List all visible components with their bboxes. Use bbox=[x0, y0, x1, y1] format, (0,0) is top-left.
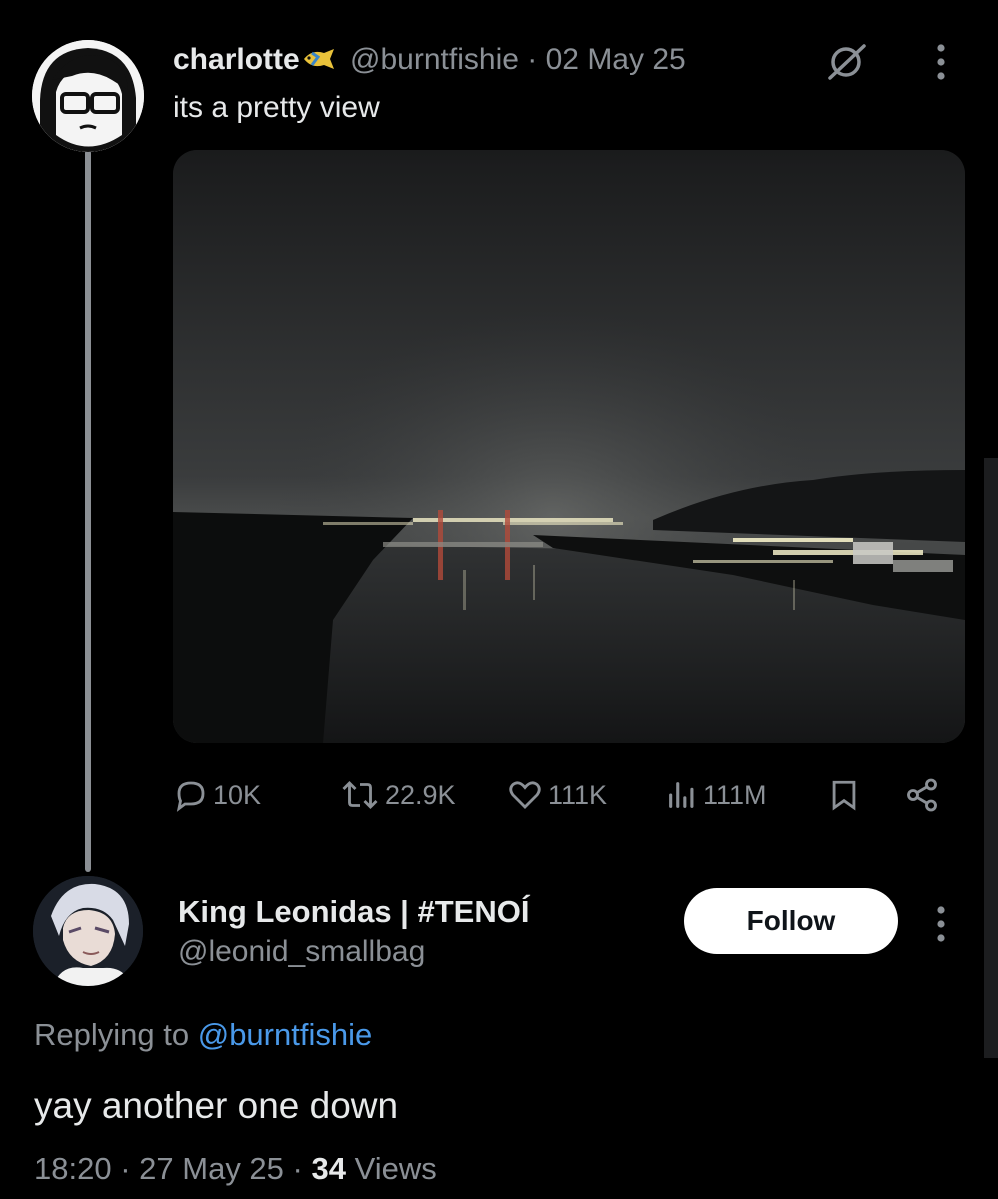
avatar[interactable] bbox=[32, 40, 144, 152]
reply-date[interactable]: 27 May 25 bbox=[139, 1151, 284, 1186]
reply-button[interactable]: 10K bbox=[173, 770, 261, 820]
reply-time[interactable]: 18:20 bbox=[34, 1151, 112, 1186]
more-icon[interactable] bbox=[926, 40, 956, 84]
replying-prefix: Replying to bbox=[34, 1017, 190, 1052]
mention-link[interactable]: @burntfishie bbox=[198, 1017, 373, 1052]
like-button[interactable]: 111K bbox=[506, 770, 607, 820]
follow-button[interactable]: Follow bbox=[684, 888, 898, 954]
tweet-header: charlotte @burntfishie · 02 May 25 bbox=[173, 40, 686, 80]
separator: · bbox=[292, 1151, 303, 1186]
separator: · bbox=[527, 43, 538, 76]
separator: · bbox=[120, 1151, 131, 1186]
reply-author-name[interactable]: King Leonidas | #TENOÍ bbox=[178, 891, 529, 933]
like-count: 111K bbox=[548, 779, 608, 810]
thread-line bbox=[85, 150, 91, 872]
action-bar: 10K 22.9K 111K 111M bbox=[173, 770, 965, 820]
grok-icon[interactable] bbox=[820, 40, 872, 84]
author-name[interactable]: charlotte bbox=[173, 43, 300, 76]
fish-badge-icon bbox=[302, 42, 336, 69]
bookmark-icon bbox=[832, 780, 856, 811]
tweet-image[interactable] bbox=[173, 150, 965, 743]
views-icon bbox=[669, 782, 694, 808]
tweet-text: its a pretty view bbox=[173, 91, 380, 124]
reply-icon bbox=[176, 781, 205, 812]
avatar[interactable] bbox=[33, 876, 143, 986]
views-button[interactable]: 111M bbox=[665, 770, 767, 820]
reply-text: yay another one down bbox=[34, 1085, 399, 1126]
repost-count: 22.9K bbox=[385, 779, 456, 810]
repost-button[interactable]: 22.9K bbox=[339, 770, 456, 820]
author-handle[interactable]: @burntfishie bbox=[350, 43, 519, 76]
views-label: Views bbox=[354, 1151, 437, 1186]
more-icon[interactable] bbox=[926, 902, 956, 946]
bookmark-button[interactable] bbox=[827, 770, 861, 820]
reply-view-count: 34 bbox=[311, 1151, 346, 1186]
view-count: 111M bbox=[703, 779, 767, 810]
reply-count: 10K bbox=[213, 779, 262, 810]
repost-icon bbox=[342, 780, 378, 810]
tweet-date[interactable]: 02 May 25 bbox=[546, 43, 686, 76]
reply-author-handle[interactable]: @leonid_smallbag bbox=[178, 931, 425, 973]
like-icon bbox=[509, 781, 541, 810]
scrollbar[interactable] bbox=[984, 458, 998, 1058]
share-button[interactable] bbox=[903, 770, 941, 820]
reply-meta: 18:20 · 27 May 25 · 34 Views bbox=[34, 1148, 437, 1190]
replying-to: Replying to @burntfishie bbox=[34, 1014, 372, 1056]
share-icon bbox=[907, 778, 937, 812]
